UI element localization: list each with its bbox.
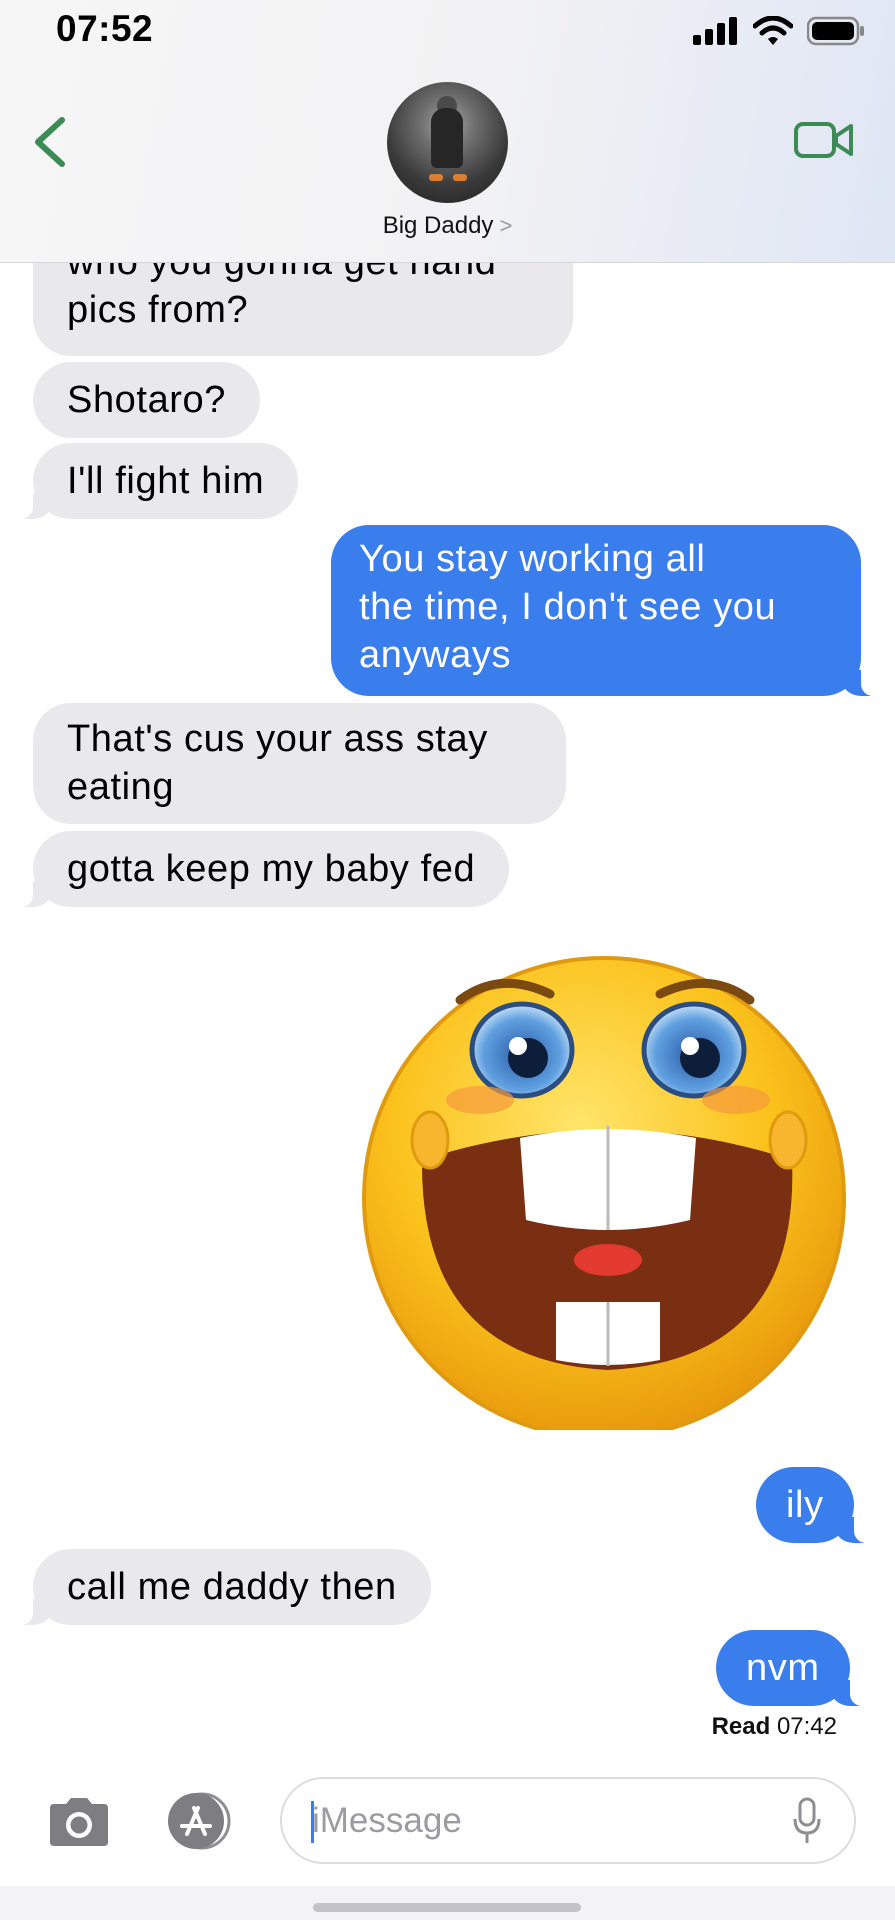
- contact-name: Big Daddy: [382, 212, 494, 239]
- app-store-icon[interactable]: [160, 1790, 240, 1852]
- message-bubble-sent[interactable]: You stay working all the time, I don't s…: [331, 525, 885, 696]
- message-text: I'll fight him: [67, 460, 265, 502]
- message-bubble-received[interactable]: That's cus your ass stay eating: [33, 703, 566, 824]
- home-indicator[interactable]: [313, 1903, 581, 1912]
- read-receipt-time: 07:42: [776, 1713, 837, 1740]
- text-caret: [311, 1801, 314, 1843]
- chevron-left-icon[interactable]: [26, 112, 76, 172]
- laughing-emoji-sticker-image[interactable]: [360, 930, 860, 1430]
- status-bar: 07:52: [0, 0, 895, 62]
- message-bubble-received[interactable]: call me daddy then: [9, 1549, 431, 1625]
- message-text-line: pics from?: [67, 289, 249, 331]
- message-text: Shotaro?: [67, 379, 227, 421]
- message-text: nvm: [746, 1647, 820, 1689]
- message-bubble-received[interactable]: gotta keep my baby fed: [8, 831, 510, 907]
- camera-icon[interactable]: [46, 1796, 112, 1848]
- chevron-right-icon: >: [499, 213, 513, 238]
- message-text-line: You stay working all: [359, 538, 706, 580]
- video-camera-icon[interactable]: [793, 118, 855, 162]
- message-bubble-received[interactable]: I'll fight him: [8, 443, 299, 519]
- message-bubble-sent[interactable]: nvm: [716, 1630, 874, 1706]
- status-time: 07:52: [56, 8, 154, 49]
- read-receipt: Read 07:42: [712, 1713, 837, 1741]
- message-text-line: That's cus your ass stay: [67, 718, 488, 760]
- message-bubble-received[interactable]: Shotaro?: [33, 362, 261, 438]
- message-thread: who you gonna get hand pics from? Shotar…: [0, 0, 895, 1760]
- avatar[interactable]: [387, 82, 508, 203]
- message-bubble-sent[interactable]: ily: [756, 1467, 878, 1543]
- contact-name-button[interactable]: Big Daddy >: [0, 212, 895, 240]
- message-text: ily: [786, 1484, 824, 1526]
- message-text: call me daddy then: [67, 1566, 397, 1608]
- imessage-placeholder: iMessage: [312, 1801, 462, 1840]
- read-receipt-label: Read: [711, 1713, 771, 1740]
- message-text-line: anyways: [359, 634, 512, 676]
- status-icons: [693, 14, 865, 48]
- message-text-line: the time, I don't see you: [359, 586, 777, 628]
- wifi-icon: [753, 16, 793, 45]
- battery-icon: [807, 16, 864, 46]
- signal-icon: [693, 17, 737, 45]
- message-text-line: eating: [67, 766, 175, 808]
- message-text: gotta keep my baby fed: [67, 848, 476, 890]
- microphone-icon[interactable]: [792, 1797, 822, 1845]
- imessage-input[interactable]: iMessage: [280, 1777, 856, 1864]
